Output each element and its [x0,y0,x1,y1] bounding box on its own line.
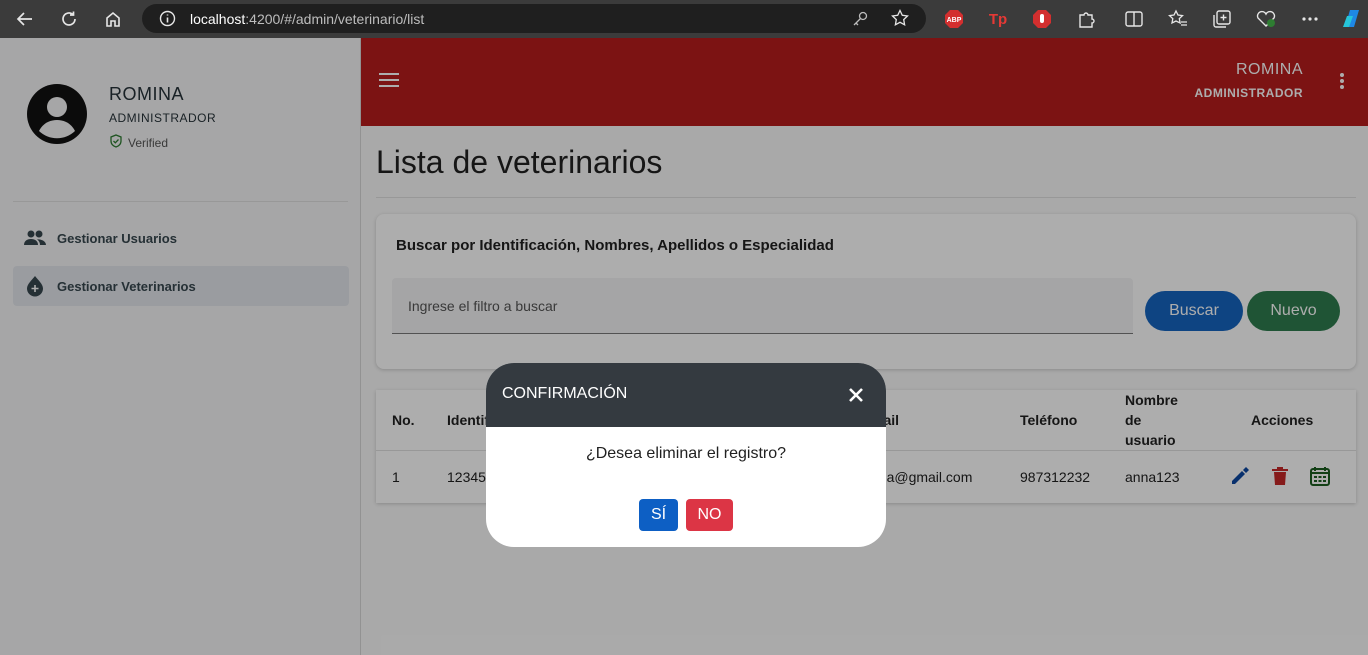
browser-toolbar: localhost:4200/#/admin/veterinario/list … [0,0,1368,38]
svg-text:ABP: ABP [947,17,962,24]
confirm-no-button[interactable]: NO [686,499,733,531]
svg-text:Tp: Tp [989,11,1007,28]
collections-icon[interactable] [1210,7,1234,31]
puzzle-icon[interactable] [1074,7,1098,31]
star-icon[interactable] [891,8,909,32]
dialog-message: ¿Desea eliminar el registro? [585,445,787,462]
favorites-icon[interactable] [1166,7,1190,31]
confirm-yes-button[interactable]: SÍ [639,499,678,531]
modal-backdrop[interactable] [0,38,1368,655]
confirm-dialog: CONFIRMACIÓN ¿Desea eliminar el registro… [486,363,886,547]
adblock-icon[interactable]: ABP [942,7,966,31]
refresh-icon[interactable] [47,0,91,38]
dialog-title: CONFIRMACIÓN [502,385,628,402]
copilot-icon[interactable] [1340,7,1364,31]
close-icon[interactable] [846,385,866,405]
split-screen-icon[interactable] [1122,7,1146,31]
site-info-icon[interactable] [159,10,176,32]
back-icon[interactable] [3,0,47,38]
address-bar[interactable]: localhost:4200/#/admin/veterinario/list [142,4,926,33]
home-icon[interactable] [91,0,135,38]
dialog-header: CONFIRMACIÓN [486,363,886,427]
more-icon[interactable] [1298,7,1322,31]
tp-extension-icon[interactable]: Tp [986,7,1010,31]
url-text: localhost:4200/#/admin/veterinario/list [190,10,425,27]
stop-hand-icon[interactable] [1030,7,1054,31]
browser-essentials-icon[interactable] [1254,7,1278,31]
key-icon[interactable] [852,10,869,32]
